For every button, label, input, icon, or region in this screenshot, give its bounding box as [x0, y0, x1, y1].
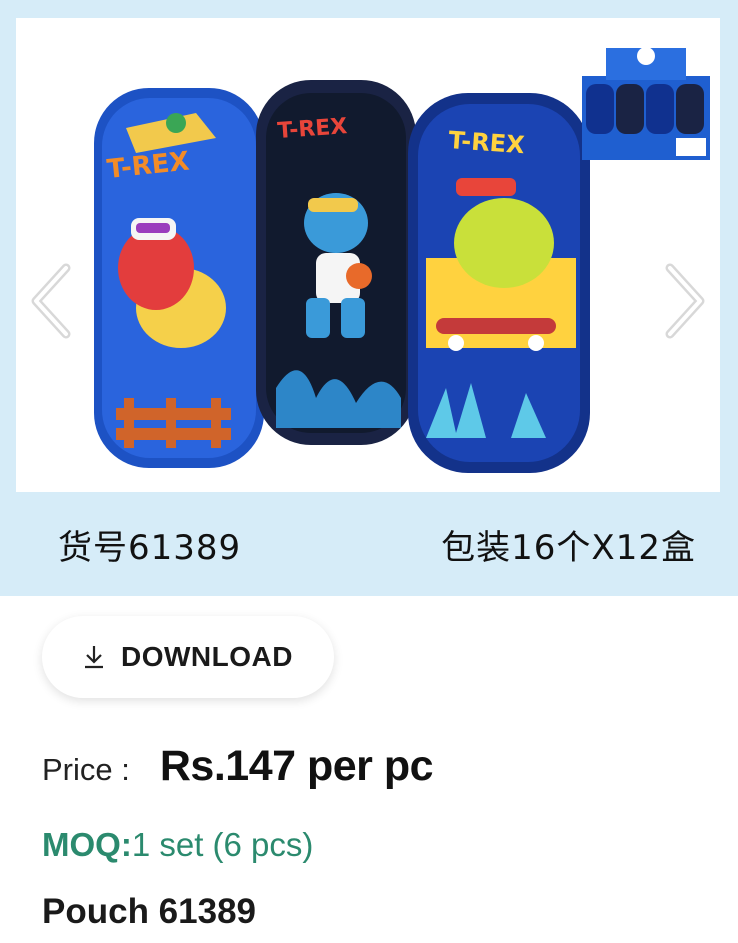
display-box-thumbnail	[582, 47, 710, 160]
price-row: Price : Rs.147 per pc	[42, 742, 434, 791]
svg-text:T-REX: T-REX	[448, 126, 526, 159]
pouch-middle: T-REX	[256, 80, 416, 445]
product-image[interactable]: T-REX T-REX T-REX	[16, 18, 720, 492]
moq-label: MOQ:	[42, 826, 132, 863]
download-button[interactable]: DOWNLOAD	[42, 616, 334, 698]
pouches-illustration: T-REX T-REX T-REX	[94, 47, 710, 473]
moq-row: MOQ:1 set (6 pcs)	[42, 826, 313, 864]
svg-text:T-REX: T-REX	[277, 114, 348, 144]
pouch-right: T-REX	[408, 93, 590, 473]
chevron-left-icon[interactable]	[28, 262, 76, 340]
price-value: Rs.147 per pc	[159, 742, 434, 790]
moq-value: 1 set (6 pcs)	[131, 826, 314, 863]
download-label: DOWNLOAD	[121, 641, 293, 672]
chevron-right-icon[interactable]	[660, 262, 708, 340]
product-title: Pouch 61389	[42, 892, 256, 931]
download-icon	[83, 644, 105, 670]
price-label: Price :	[42, 752, 130, 787]
packing-caption: 包装16个X12盒	[441, 528, 696, 568]
pouch-left: T-REX	[94, 88, 264, 468]
product-gallery: T-REX T-REX T-REX 货号61389 包装16个X12盒	[0, 0, 738, 596]
item-number-caption: 货号61389	[58, 528, 242, 568]
